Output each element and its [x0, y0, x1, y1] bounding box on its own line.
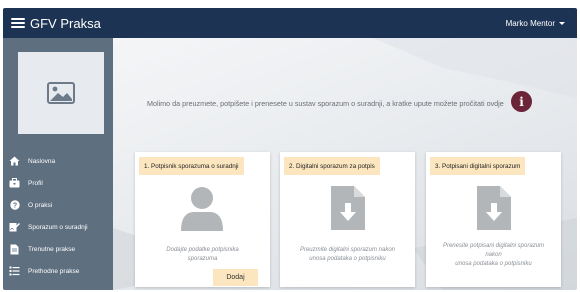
info-button[interactable]: i [511, 91, 532, 112]
image-placeholder-icon [47, 82, 75, 104]
card-signatory: 1. Potpisnik sporazuma o suradnji Dodajt… [135, 152, 270, 287]
sidebar-item-label: Sporazum o suradnji [28, 223, 88, 231]
brand-title[interactable]: GFV Praksa [30, 16, 101, 31]
card-signed-agreement: 3. Potpisani digitalni sporazum Prenesit… [426, 152, 561, 287]
document-icon [9, 244, 20, 255]
top-navbar: GFV Praksa Marko Mentor [3, 8, 577, 38]
sidebar-item-label: Prethodne prakse [28, 267, 80, 275]
user-icon [181, 187, 223, 231]
sidebar-item-label: Profil [28, 179, 43, 187]
sidebar: Naslovna Profil ? O praksi Sporazum o su… [3, 38, 113, 290]
user-menu[interactable]: Marko Mentor [506, 19, 565, 28]
briefcase-icon [9, 178, 20, 189]
sidebar-item-label: Trenutne prakse [28, 245, 76, 253]
menu-toggle-icon[interactable] [11, 18, 25, 28]
card-description: Prenesite potpisani digitalni sporazum n… [442, 243, 545, 267]
sidebar-nav: Naslovna Profil ? O praksi Sporazum o su… [3, 150, 113, 282]
sidebar-item-label: Naslovna [28, 157, 56, 165]
sidebar-item-sporazum[interactable]: Sporazum o suradnji [3, 216, 113, 238]
question-icon: ? [9, 200, 20, 211]
svg-text:?: ? [12, 203, 16, 210]
sidebar-item-naslovna[interactable]: Naslovna [3, 150, 113, 172]
card-header: 1. Potpisnik sporazuma o suradnji [139, 157, 244, 175]
app-window: GFV Praksa Marko Mentor Naslovna Profil … [3, 8, 577, 290]
sidebar-item-profil[interactable]: Profil [3, 172, 113, 194]
card-header: 2. Digitalni sporazum za potpis [284, 157, 380, 175]
avatar [18, 52, 104, 134]
signature-icon [9, 222, 20, 233]
file-download-icon[interactable] [331, 186, 365, 230]
add-signatory-button[interactable]: Dodaj [213, 269, 258, 286]
sidebar-item-label: O praksi [28, 201, 53, 209]
home-icon [9, 156, 20, 167]
card-description: Dodajte podatke potpisnika sporazuma [166, 247, 239, 262]
instructions-text: Molimo da preuzmete, potpišete i prenese… [147, 99, 504, 108]
card-digital-agreement: 2. Digitalni sporazum za potpis Preuzmit… [280, 152, 415, 287]
list-icon [9, 266, 20, 277]
card-header: 3. Potpisani digitalni sporazum [430, 157, 526, 175]
card-description: Preuzmite digitalni sporazum nakon unosa… [299, 247, 396, 262]
sidebar-item-o-praksi[interactable]: ? O praksi [3, 194, 113, 216]
file-download-icon[interactable] [477, 186, 511, 230]
main-content: Molimo da preuzmete, potpišete i prenese… [113, 38, 577, 290]
caret-down-icon [559, 21, 565, 25]
sidebar-item-prethodne-prakse[interactable]: Prethodne prakse [3, 260, 113, 282]
sidebar-item-trenutne-prakse[interactable]: Trenutne prakse [3, 238, 113, 260]
user-name: Marko Mentor [505, 18, 555, 28]
